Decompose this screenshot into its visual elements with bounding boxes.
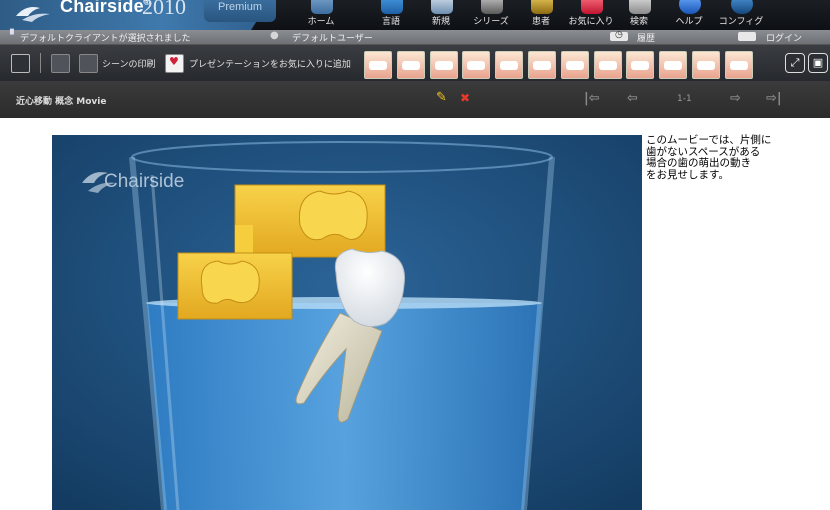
favorites-icon bbox=[581, 0, 603, 14]
scene-thumbnail[interactable] bbox=[462, 51, 491, 79]
nav-help[interactable]: ヘルプ bbox=[664, 0, 714, 30]
patient-icon bbox=[531, 0, 553, 14]
app-year: 2010 bbox=[142, 0, 186, 19]
nav-new[interactable]: 新規 bbox=[416, 0, 466, 30]
series-icon bbox=[481, 0, 503, 14]
page-indicator: 1-1 bbox=[677, 94, 692, 104]
scene-thumbnail[interactable] bbox=[495, 51, 524, 79]
lower-tooth-block bbox=[177, 252, 293, 320]
printer-icon[interactable] bbox=[79, 54, 98, 73]
upper-tooth-block bbox=[234, 184, 386, 258]
pencil-icon[interactable]: ✎ bbox=[436, 90, 447, 105]
scene-thumbnail[interactable] bbox=[429, 51, 458, 79]
breadcrumb: 近心移動 概念 Movie bbox=[16, 97, 107, 107]
print-scene-button[interactable]: シーンの印刷 bbox=[102, 57, 156, 70]
status-bar: ▝ デフォルトクライアントが選択されました ● デフォルトユーザー ◷ 履歴 ロ… bbox=[0, 30, 830, 44]
nav-series-label: シリーズ bbox=[473, 17, 509, 27]
bookmark-icon: ▝ bbox=[6, 30, 14, 41]
nav-help-label: ヘルプ bbox=[675, 17, 703, 27]
scene-thumbnail[interactable] bbox=[626, 51, 655, 79]
fullscreen-button[interactable]: ⤢ bbox=[785, 53, 805, 73]
movie-description: このムービーでは、片側に 歯がないスペースがある 場合の歯の萌出の動き をお見せ… bbox=[646, 134, 772, 181]
client-status[interactable]: デフォルトクライアントが選択されました bbox=[20, 31, 191, 44]
language-icon bbox=[381, 0, 403, 14]
scene-thumbnail[interactable] bbox=[560, 51, 589, 79]
heart-icon[interactable]: ♥ bbox=[165, 54, 184, 73]
toolbar-divider bbox=[40, 53, 41, 73]
toolbar: シーンの印刷 ♥ プレゼンテーションをお気に入りに追加 ⤢ ▣ bbox=[0, 44, 830, 81]
nav-home-label: ホーム bbox=[307, 17, 335, 27]
nav-search-label: 検索 bbox=[629, 17, 648, 27]
help-icon bbox=[679, 0, 701, 14]
nav-series[interactable]: シリーズ bbox=[466, 0, 516, 30]
nav-config[interactable]: コンフィグ bbox=[716, 0, 766, 30]
document-icon[interactable] bbox=[51, 54, 70, 73]
app-brand: Chairside® bbox=[60, 0, 150, 16]
user-icon: ● bbox=[270, 30, 279, 41]
presentation-button[interactable]: ▣ bbox=[808, 53, 828, 73]
scene-thumbnail[interactable] bbox=[659, 51, 688, 79]
chairside-logo-icon bbox=[16, 7, 50, 22]
nav-patient-label: 患者 bbox=[531, 17, 550, 27]
nav-patient[interactable]: 患者 bbox=[516, 0, 566, 30]
config-icon bbox=[731, 0, 753, 14]
nav-favorites-label: お気に入り bbox=[568, 17, 614, 27]
layout-grid-icon[interactable] bbox=[11, 54, 30, 73]
previous-page-button[interactable]: ⇦ bbox=[627, 91, 638, 106]
login-link[interactable]: ログイン bbox=[766, 31, 802, 44]
nav-language-label: 言語 bbox=[381, 17, 400, 27]
lock-icon bbox=[738, 32, 756, 41]
history-icon: ◷ bbox=[610, 30, 628, 41]
user-status[interactable]: デフォルトユーザー bbox=[292, 31, 373, 44]
scene-thumbnail[interactable] bbox=[528, 51, 556, 79]
nav-language[interactable]: 言語 bbox=[366, 0, 416, 30]
svg-text:Chairside: Chairside bbox=[104, 171, 184, 192]
movie-player[interactable]: Chairside bbox=[52, 135, 642, 510]
player-bar: 近心移動 概念 Movie ✎ ✖ |⇦ ⇦ 1-1 ⇨ ⇨| bbox=[0, 81, 830, 118]
last-page-button[interactable]: ⇨| bbox=[766, 91, 782, 106]
nav-search[interactable]: 検索 bbox=[614, 0, 664, 30]
history-link[interactable]: 履歴 bbox=[637, 31, 655, 44]
edition-tab: Premium bbox=[204, 0, 276, 22]
nav-home[interactable]: ホーム bbox=[296, 0, 346, 30]
scene-thumbnail[interactable] bbox=[724, 51, 753, 79]
scene-thumbnail[interactable] bbox=[593, 51, 622, 79]
close-icon[interactable]: ✖ bbox=[460, 91, 470, 105]
nav-new-label: 新規 bbox=[431, 17, 450, 27]
home-icon bbox=[311, 0, 333, 14]
scene-thumbnail[interactable] bbox=[396, 51, 425, 79]
top-banner: Chairside® 2010 Premium ホーム 言語 新規 シリーズ 患… bbox=[0, 0, 830, 30]
nav-favorites[interactable]: お気に入り bbox=[566, 0, 616, 30]
next-page-button[interactable]: ⇨ bbox=[730, 91, 741, 106]
scene-thumbnail[interactable] bbox=[364, 51, 392, 79]
add-favorite-button[interactable]: プレゼンテーションをお気に入りに追加 bbox=[189, 57, 351, 70]
search-icon bbox=[629, 0, 651, 14]
nav-config-label: コンフィグ bbox=[718, 17, 764, 27]
scene-thumbnail[interactable] bbox=[692, 51, 720, 79]
new-icon bbox=[431, 0, 453, 14]
first-page-button[interactable]: |⇦ bbox=[584, 91, 600, 106]
